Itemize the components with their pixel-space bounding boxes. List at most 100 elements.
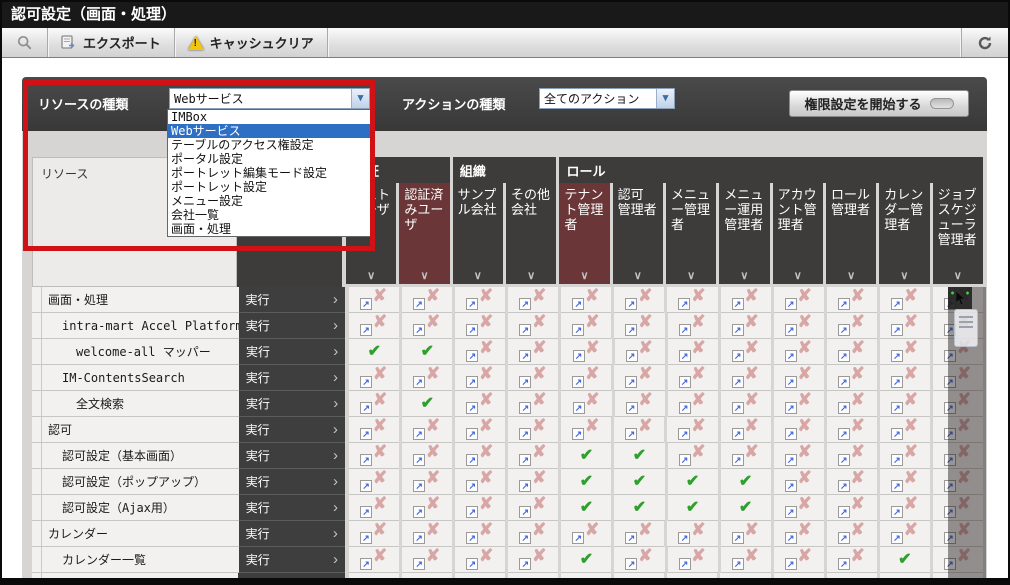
execute-action-button[interactable]: 実行›: [239, 391, 345, 417]
search-button[interactable]: [2, 28, 48, 57]
execute-action-button[interactable]: 実行›: [239, 443, 345, 469]
execute-action-button[interactable]: [238, 573, 344, 578]
resource-type-select[interactable]: Webサービス ▾: [169, 88, 370, 109]
permission-cell[interactable]: ✘↗: [455, 469, 505, 495]
permission-cell[interactable]: ✔: [668, 495, 718, 521]
dropdown-option[interactable]: ポータル設定: [168, 152, 371, 166]
permission-cell[interactable]: ✘↗: [455, 339, 505, 365]
permission-cell[interactable]: ✘↗: [349, 287, 399, 313]
permission-cell[interactable]: ✘↗: [402, 521, 452, 547]
permission-cell[interactable]: ✘↗: [402, 313, 452, 339]
permission-cell[interactable]: ✘↗: [827, 313, 877, 339]
column-header-cell[interactable]: 認証済みユーザ∨: [399, 183, 449, 284]
dropdown-option[interactable]: IMBox: [168, 110, 371, 124]
column-header-cell[interactable]: カレンダー管理者∨: [879, 183, 929, 284]
column-header-cell[interactable]: ロール管理者∨: [826, 183, 876, 284]
permission-cell[interactable]: ✘↗: [402, 547, 452, 573]
chevron-down-icon[interactable]: ∨: [719, 270, 769, 282]
permission-cell[interactable]: ✘↗: [774, 547, 824, 573]
permission-cell[interactable]: ✘↗: [508, 521, 558, 547]
permission-cell[interactable]: ✘↗: [455, 547, 505, 573]
permission-cell[interactable]: ✘↗: [668, 443, 718, 469]
permission-cell[interactable]: ✘↗: [508, 417, 558, 443]
permission-cell[interactable]: ✘↗: [614, 365, 664, 391]
permission-cell[interactable]: [402, 573, 452, 578]
permission-cell[interactable]: ✘↗: [615, 339, 665, 365]
permission-cell[interactable]: ✘↗: [349, 469, 399, 495]
permission-cell[interactable]: ✘↗: [455, 443, 505, 469]
execute-action-button[interactable]: 実行›: [239, 417, 345, 443]
permission-cell[interactable]: ✘↗: [455, 495, 505, 521]
chevron-down-icon[interactable]: ∨: [826, 270, 876, 282]
permission-cell[interactable]: ✘↗: [774, 443, 824, 469]
permission-cell[interactable]: ✘↗: [402, 443, 452, 469]
permission-cell[interactable]: ✘↗: [561, 521, 611, 547]
permission-cell[interactable]: [614, 573, 664, 578]
permission-cell[interactable]: ✘↗: [721, 547, 771, 573]
permission-cell[interactable]: ✘↗: [880, 417, 930, 443]
chevron-down-icon[interactable]: ∨: [666, 270, 716, 282]
chevron-down-icon[interactable]: ∨: [399, 270, 449, 282]
permission-cell[interactable]: ✘↗: [827, 287, 877, 313]
permission-cell[interactable]: ✘↗: [455, 287, 505, 313]
permission-cell[interactable]: [561, 573, 611, 578]
refresh-button[interactable]: [961, 28, 1008, 57]
permission-cell[interactable]: [349, 573, 399, 578]
column-header-cell[interactable]: アカウント管理者∨: [773, 183, 823, 284]
chevron-down-icon[interactable]: ∨: [613, 270, 663, 282]
permission-cell[interactable]: ✘↗: [402, 495, 452, 521]
permission-cell[interactable]: ✘↗: [349, 365, 399, 391]
permission-cell[interactable]: ✘↗: [508, 443, 558, 469]
permission-cell[interactable]: ✔: [561, 495, 611, 521]
permission-cell[interactable]: ✘↗: [561, 365, 611, 391]
start-permission-setting-button[interactable]: 権限設定を開始する: [789, 90, 969, 117]
permission-cell[interactable]: ✘↗: [349, 547, 399, 573]
permission-cell[interactable]: ✘↗: [508, 313, 558, 339]
permission-cell[interactable]: ✘↗: [668, 547, 718, 573]
chevron-down-icon[interactable]: ∨: [933, 270, 983, 282]
execute-action-button[interactable]: 実行›: [239, 365, 345, 391]
chevron-down-icon[interactable]: ∨: [346, 270, 396, 282]
permission-cell[interactable]: ✘↗: [880, 521, 930, 547]
permission-cell[interactable]: ✘↗: [349, 417, 399, 443]
permission-cell[interactable]: ✘↗: [880, 391, 930, 417]
permission-cell[interactable]: [455, 573, 505, 578]
column-header-cell[interactable]: メニュー管理者∨: [666, 183, 716, 284]
cache-clear-button[interactable]: キャッシュクリア: [175, 28, 328, 57]
action-type-select[interactable]: 全てのアクション ▾: [539, 88, 675, 109]
export-button[interactable]: エクスポート: [48, 28, 175, 57]
dropdown-option[interactable]: メニュー設定: [168, 194, 371, 208]
permission-cell[interactable]: ✘↗: [561, 339, 611, 365]
permission-cell[interactable]: ✘↗: [508, 365, 558, 391]
execute-action-button[interactable]: 実行›: [239, 313, 345, 339]
permission-cell[interactable]: ✘↗: [349, 313, 399, 339]
permission-cell[interactable]: ✘↗: [668, 391, 718, 417]
permission-cell[interactable]: ✘↗: [721, 391, 771, 417]
chevron-down-icon[interactable]: ∨: [879, 270, 929, 282]
permission-cell[interactable]: ✘↗: [455, 365, 505, 391]
permission-cell[interactable]: ✘↗: [508, 287, 558, 313]
permission-cell[interactable]: ✔: [614, 443, 664, 469]
permission-cell[interactable]: ✘↗: [667, 521, 717, 547]
permission-cell[interactable]: ✘↗: [774, 417, 824, 443]
permission-cell[interactable]: ✘↗: [774, 287, 824, 313]
permission-cell[interactable]: ✘↗: [455, 521, 505, 547]
permission-cell[interactable]: ✔: [561, 469, 611, 495]
permission-cell[interactable]: ✘↗: [508, 469, 558, 495]
execute-action-button[interactable]: 実行›: [239, 521, 345, 547]
dropdown-option[interactable]: ポートレット編集モード設定: [168, 166, 371, 180]
permission-cell[interactable]: ✘↗: [827, 365, 877, 391]
permission-cell[interactable]: ✘↗: [668, 313, 718, 339]
execute-action-button[interactable]: 実行›: [239, 469, 345, 495]
execute-action-button[interactable]: 実行›: [239, 287, 345, 313]
permission-cell[interactable]: ✘↗: [508, 547, 558, 573]
permission-cell[interactable]: ✘↗: [774, 495, 824, 521]
permission-cell[interactable]: ✘↗: [614, 521, 664, 547]
permission-cell[interactable]: ✔: [402, 391, 452, 417]
dropdown-option[interactable]: ポートレット設定: [168, 180, 371, 194]
permission-cell[interactable]: [720, 573, 770, 578]
permission-cell[interactable]: ✘↗: [561, 391, 611, 417]
chevron-down-icon[interactable]: ∨: [506, 270, 556, 282]
permission-cell[interactable]: ✘↗: [827, 495, 877, 521]
permission-cell[interactable]: ✔: [721, 469, 771, 495]
